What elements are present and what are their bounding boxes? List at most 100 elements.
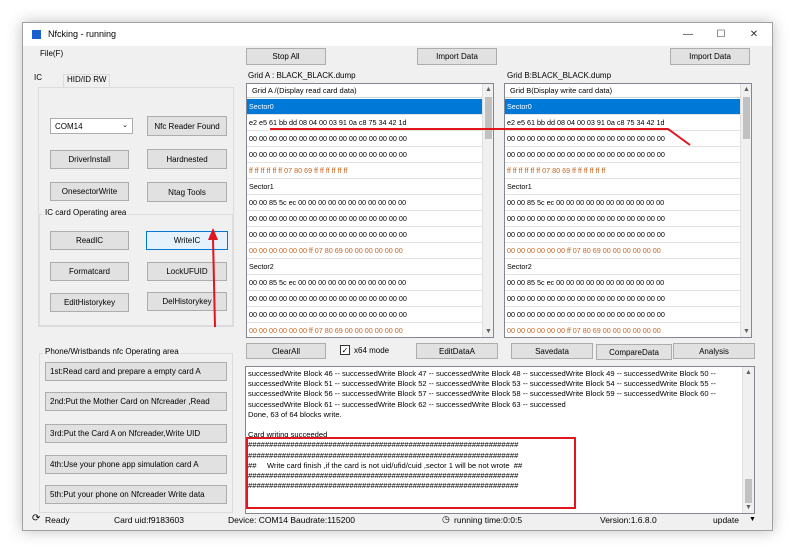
grid-a-row[interactable]: Sector0 [247,99,482,115]
scroll-up-icon[interactable]: ▲ [483,84,493,95]
ntag-tools-button[interactable]: Ntag Tools [147,182,227,202]
annotation-highlight-box [246,437,576,509]
scroll-up-icon[interactable]: ▲ [741,84,751,95]
app-icon [32,30,41,39]
grid-a-scrollbar[interactable]: ▲ ▼ [482,84,493,337]
x64-mode-label: x64 mode [354,345,390,355]
grid-a-row[interactable]: 00 00 00 00 00 00 00 00 00 00 00 00 00 0… [247,147,482,163]
grid-b-row[interactable]: 00 00 00 00 00 00 ff 07 80 69 00 00 00 0… [505,243,740,259]
import-data-b-button[interactable]: Import Data [670,48,750,65]
grid-b-row[interactable]: Sector1 [505,179,740,195]
x64-mode-checkbox[interactable]: ✓ x64 mode [340,345,389,355]
grid-b-row[interactable]: 00 00 00 00 00 00 ff 07 80 69 00 00 00 0… [505,323,740,337]
grid-b-row[interactable]: Sector2 [505,259,740,275]
refresh-icon: ⟳ [32,513,41,524]
status-ready: Ready [45,515,70,525]
grid-a-row[interactable]: 00 00 00 00 00 00 00 00 00 00 00 00 00 0… [247,307,482,323]
step-1-button[interactable]: 1st:Read card and prepare a empty card A [45,362,227,381]
grid-b-row[interactable]: e2 e5 61 bb dd 08 04 00 03 91 0a c8 75 3… [505,115,740,131]
status-bar: ⟳ Ready Card uid:f9183603 Device: COM14 … [23,512,772,530]
close-button[interactable]: ✕ [741,26,767,43]
minimize-button[interactable]: — [675,26,701,43]
grid-b-row[interactable]: Sector0 [505,99,740,115]
grid-b-row[interactable]: 00 00 00 00 00 00 00 00 00 00 00 00 00 0… [505,211,740,227]
update-link[interactable]: update [713,515,739,525]
step-4-button[interactable]: 4th:Use your phone app simulation card A [45,455,227,474]
status-device: Device: COM14 Baudrate:115200 [228,515,355,525]
format-card-button[interactable]: Formatcard [50,262,129,281]
grid-b-row[interactable]: 00 00 00 00 00 00 00 00 00 00 00 00 00 0… [505,131,740,147]
status-card-uid: Card uid:f9183603 [114,515,184,525]
onesector-write-button[interactable]: OnesectorWrite [50,182,129,201]
app-window: Nfcking - running — ☐ ✕ File(F) Stop All… [22,22,773,531]
grid-b-scrollbar[interactable]: ▲ ▼ [740,84,751,337]
driver-install-button[interactable]: DriverInstall [50,150,129,169]
edit-data-a-button[interactable]: EditDataA [416,343,498,359]
grid-b-row[interactable]: 00 00 00 00 00 00 00 00 00 00 00 00 00 0… [505,307,740,323]
port-select[interactable]: COM14 ⌄ [50,118,133,134]
chevron-down-icon: ⌄ [122,122,128,129]
status-running-time: running time:0:0:5 [454,515,523,525]
grid-a[interactable]: Grid A /(Display read card data) Sector0… [246,83,494,338]
phone-area-label: Phone/Wristbands nfc Operating area [43,347,181,356]
compare-data-button[interactable]: CompareData [596,344,672,360]
hardnested-button[interactable]: Hardnested [147,149,227,169]
title-bar: Nfcking - running — ☐ ✕ [23,23,772,46]
port-select-value: COM14 [55,121,83,131]
status-version: Version:1.6.8.0 [600,515,657,525]
scroll-down-icon[interactable]: ▼ [483,326,493,337]
edit-history-key-button[interactable]: EditHistorykey [50,293,129,312]
import-data-a-button[interactable]: Import Data [417,48,497,65]
grid-a-scroll-thumb[interactable] [485,97,492,139]
log-scrollbar[interactable]: ▲ ▼ [742,367,754,513]
log-scroll-thumb[interactable] [745,479,752,503]
write-ic-button[interactable]: WriteIC [146,231,228,250]
nfc-reader-found-button[interactable]: Nfc Reader Found [147,116,227,136]
grid-b-title: Grid B:BLACK_BLACK.dump [507,71,612,80]
menu-bar: File(F) [23,46,772,62]
grid-b-row[interactable]: 00 00 00 00 00 00 00 00 00 00 00 00 00 0… [505,147,740,163]
maximize-button[interactable]: ☐ [708,26,734,43]
grid-b-scroll-thumb[interactable] [743,97,750,139]
grid-b[interactable]: Grid B(Display write card data) Sector0 e… [504,83,752,338]
tab-ic[interactable]: IC [34,73,42,82]
grid-b-row[interactable]: ff ff ff ff ff ff 07 80 69 ff ff ff ff f… [505,163,740,179]
grid-a-header: Grid A /(Display read card data) [247,84,482,98]
step-3-button[interactable]: 3rd:Put the Card A on Nfcreader,Write UI… [45,424,227,443]
scroll-down-icon[interactable]: ▼ [741,326,751,337]
menu-file[interactable]: File(F) [40,49,63,58]
grid-b-header: Grid B(Display write card data) [505,84,740,98]
grid-a-row[interactable]: Sector2 [247,259,482,275]
step-2-button[interactable]: 2nd:Put the Mother Card on Nfcreader ,Re… [45,392,227,411]
grid-a-row[interactable]: Sector1 [247,179,482,195]
analysis-button[interactable]: Analysis [673,343,755,359]
checkbox-check-icon: ✓ [340,345,350,355]
grid-a-row[interactable]: 00 00 00 00 00 00 00 00 00 00 00 00 00 0… [247,227,482,243]
scroll-up-icon[interactable]: ▲ [743,367,754,378]
grid-b-rows: Sector0 e2 e5 61 bb dd 08 04 00 03 91 0a … [505,99,740,337]
lock-ufuid-button[interactable]: LockUFUID [147,262,227,281]
read-ic-button[interactable]: ReadIC [50,231,129,250]
grid-b-row[interactable]: 00 00 00 00 00 00 00 00 00 00 00 00 00 0… [505,227,740,243]
dropdown-arrow-icon[interactable]: ▼ [749,516,756,523]
stop-all-button[interactable]: Stop All [246,48,326,65]
grid-a-row[interactable]: 00 00 00 00 00 00 ff 07 80 69 00 00 00 0… [247,323,482,337]
grid-b-row[interactable]: 00 00 85 5c ec 00 00 00 00 00 00 00 00 0… [505,195,740,211]
grid-a-row[interactable]: 00 00 00 00 00 00 00 00 00 00 00 00 00 0… [247,131,482,147]
grid-a-row[interactable]: e2 e5 61 bb dd 08 04 00 03 91 0a c8 75 3… [247,115,482,131]
grid-b-row[interactable]: 00 00 85 5c ec 00 00 00 00 00 00 00 00 0… [505,275,740,291]
grid-a-row[interactable]: 00 00 85 5c ec 00 00 00 00 00 00 00 00 0… [247,275,482,291]
grid-a-row[interactable]: 00 00 85 5c ec 00 00 00 00 00 00 00 00 0… [247,195,482,211]
save-data-button[interactable]: Savedata [511,343,593,359]
grid-a-row[interactable]: ff ff ff ff ff ff 07 80 69 ff ff ff ff f… [247,163,482,179]
grid-a-row[interactable]: 00 00 00 00 00 00 ff 07 80 69 00 00 00 0… [247,243,482,259]
grid-a-title: Grid A : BLACK_BLACK.dump [248,71,356,80]
grid-b-row[interactable]: 00 00 00 00 00 00 00 00 00 00 00 00 00 0… [505,291,740,307]
window-title: Nfcking - running [48,29,117,39]
grid-a-row[interactable]: 00 00 00 00 00 00 00 00 00 00 00 00 00 0… [247,291,482,307]
del-history-key-button[interactable]: DelHistorykey [147,292,227,311]
clear-all-button[interactable]: ClearAll [246,343,326,359]
step-5-button[interactable]: 5th:Put your phone on Nfcreader Write da… [45,485,227,504]
grid-a-row[interactable]: 00 00 00 00 00 00 00 00 00 00 00 00 00 0… [247,211,482,227]
tab-hid-id[interactable]: HID/ID RW [63,74,111,87]
